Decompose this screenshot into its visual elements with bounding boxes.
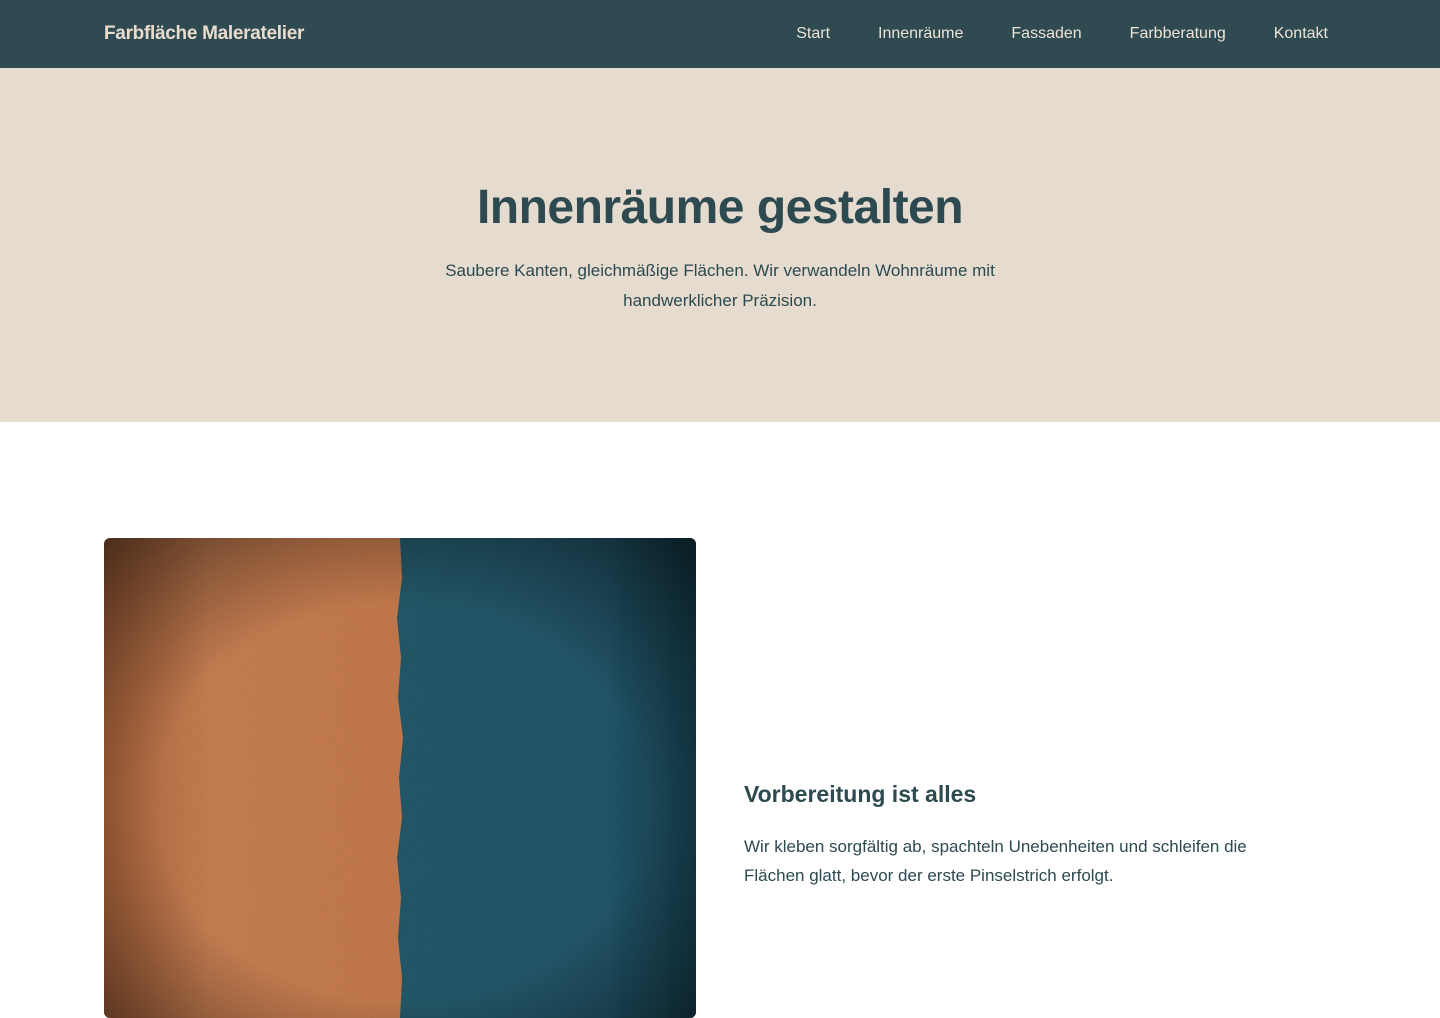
- brand-logo-link[interactable]: Farbfläche Maleratelier: [104, 22, 304, 46]
- painted-wall-image: [104, 538, 696, 1018]
- site-header: Farbfläche Maleratelier Start Innenräume…: [0, 0, 1440, 68]
- hero-subtitle: Saubere Kanten, gleichmäßige Flächen. Wi…: [445, 261, 995, 310]
- nav-item-start: Start: [796, 24, 830, 44]
- nav-item-kontakt: Kontakt: [1274, 24, 1328, 44]
- hero-section: Innenräume gestalten Saubere Kanten, gle…: [0, 68, 1440, 422]
- nav-item-innenraeume: Innenräume: [878, 24, 963, 44]
- feature-text-block: Vorbereitung ist alles Wir kleben sorgfä…: [744, 778, 1304, 890]
- nav-link-kontakt[interactable]: Kontakt: [1274, 25, 1328, 42]
- nav-link-fassaden[interactable]: Fassaden: [1011, 25, 1081, 42]
- feature-body: Wir kleben sorgfältig ab, spachteln Uneb…: [744, 837, 1247, 885]
- nav-link-farbberatung[interactable]: Farbberatung: [1130, 25, 1226, 42]
- painted-wall-photo-icon: [104, 538, 696, 1018]
- hero-title: Innenräume gestalten: [476, 181, 964, 234]
- nav-item-fassaden: Fassaden: [1011, 24, 1081, 44]
- feature-heading: Vorbereitung ist alles: [744, 781, 977, 807]
- nav-item-farbberatung: Farbberatung: [1130, 24, 1226, 44]
- nav-link-start[interactable]: Start: [796, 25, 830, 42]
- main-nav: Start Innenräume Fassaden Farbberatung K…: [796, 0, 1328, 68]
- nav-link-innenraeume[interactable]: Innenräume: [878, 25, 963, 42]
